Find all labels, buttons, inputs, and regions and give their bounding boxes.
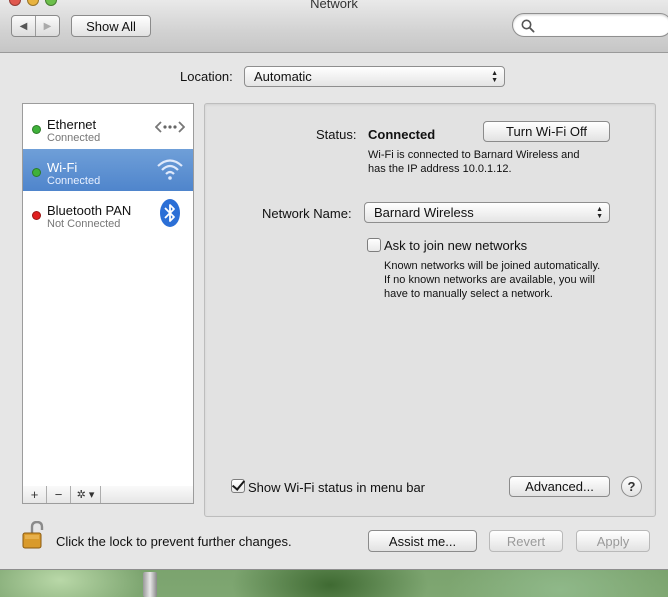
status-value: Connected bbox=[368, 127, 436, 142]
location-label: Location: bbox=[180, 69, 233, 84]
status-dot-icon bbox=[32, 211, 41, 220]
status-dot-icon bbox=[32, 125, 41, 134]
status-description: Wi-Fi is connected to Barnard Wireless a… bbox=[368, 148, 580, 176]
ask-to-join-description-line: have to manually select a network. bbox=[384, 288, 553, 300]
add-service-button[interactable]: + bbox=[23, 486, 47, 503]
turn-wifi-off-button[interactable]: Turn Wi-Fi Off bbox=[483, 121, 610, 142]
title-bar: Network ◀ ▶ Show All bbox=[0, 0, 668, 53]
status-dot-icon bbox=[32, 168, 41, 177]
apply-button: Apply bbox=[576, 530, 650, 552]
popup-arrows-icon: ▲ ▼ bbox=[596, 206, 603, 220]
service-status: Not Connected bbox=[47, 218, 121, 230]
search-icon bbox=[521, 19, 535, 33]
lock-text: Click the lock to prevent further change… bbox=[56, 534, 292, 549]
desktop-background-detail bbox=[143, 572, 157, 597]
network-preferences-window: Network ◀ ▶ Show All Location: Automatic… bbox=[0, 0, 668, 570]
help-button[interactable]: ? bbox=[621, 476, 642, 497]
location-popup[interactable]: Automatic ▲ ▼ bbox=[244, 66, 505, 87]
back-button[interactable]: ◀ bbox=[12, 16, 35, 36]
show-wifi-status-checkbox[interactable] bbox=[231, 479, 245, 493]
service-name: Wi-Fi bbox=[47, 160, 78, 175]
status-description-line: has the IP address 10.0.1.12. bbox=[368, 163, 512, 175]
location-value: Automatic bbox=[254, 69, 312, 84]
search-field[interactable] bbox=[512, 13, 668, 37]
service-list-toolbar: + − ✲ ▾ bbox=[22, 486, 194, 504]
ask-to-join-label: Ask to join new networks bbox=[384, 238, 528, 253]
ethernet-icon bbox=[155, 121, 185, 133]
service-status: Connected bbox=[47, 132, 101, 144]
service-name: Ethernet bbox=[47, 117, 97, 132]
advanced-button[interactable]: Advanced... bbox=[509, 476, 610, 497]
forward-button[interactable]: ▶ bbox=[35, 16, 59, 36]
network-name-label: Network Name: bbox=[262, 206, 352, 221]
action-menu-button[interactable]: ✲ ▾ bbox=[71, 486, 101, 503]
service-item-bluetooth-pan[interactable]: Bluetooth PAN Not Connected bbox=[23, 192, 193, 234]
status-label: Status: bbox=[316, 127, 357, 142]
assist-me-button[interactable]: Assist me... bbox=[368, 530, 477, 552]
show-all-button[interactable]: Show All bbox=[71, 15, 151, 37]
revert-button: Revert bbox=[489, 530, 563, 552]
lock-icon[interactable] bbox=[22, 521, 44, 549]
back-forward-control: ◀ ▶ bbox=[11, 15, 60, 37]
service-name: Bluetooth PAN bbox=[47, 203, 132, 218]
bluetooth-icon bbox=[160, 199, 180, 227]
status-description-line: Wi-Fi is connected to Barnard Wireless a… bbox=[368, 149, 580, 161]
ask-to-join-description-line: If no known networks are available, you … bbox=[384, 274, 595, 286]
network-name-popup[interactable]: Barnard Wireless ▲ ▼ bbox=[364, 202, 610, 223]
service-item-ethernet[interactable]: Ethernet Connected bbox=[23, 106, 193, 148]
service-list: Ethernet Connected Wi-Fi Connected Bluet… bbox=[22, 103, 194, 487]
wifi-icon bbox=[157, 159, 183, 180]
ask-to-join-description-line: Known networks will be joined automatica… bbox=[384, 260, 601, 272]
ask-to-join-checkbox[interactable] bbox=[367, 238, 381, 252]
service-item-wifi[interactable]: Wi-Fi Connected bbox=[23, 149, 193, 191]
window-title: Network bbox=[310, 0, 358, 11]
ask-to-join-description: Known networks will be joined automatica… bbox=[384, 259, 600, 301]
network-name-value: Barnard Wireless bbox=[374, 205, 474, 220]
popup-arrows-icon: ▲ ▼ bbox=[491, 70, 498, 84]
service-status: Connected bbox=[47, 175, 101, 187]
show-wifi-status-label: Show Wi-Fi status in menu bar bbox=[248, 480, 426, 495]
remove-service-button[interactable]: − bbox=[47, 486, 71, 503]
